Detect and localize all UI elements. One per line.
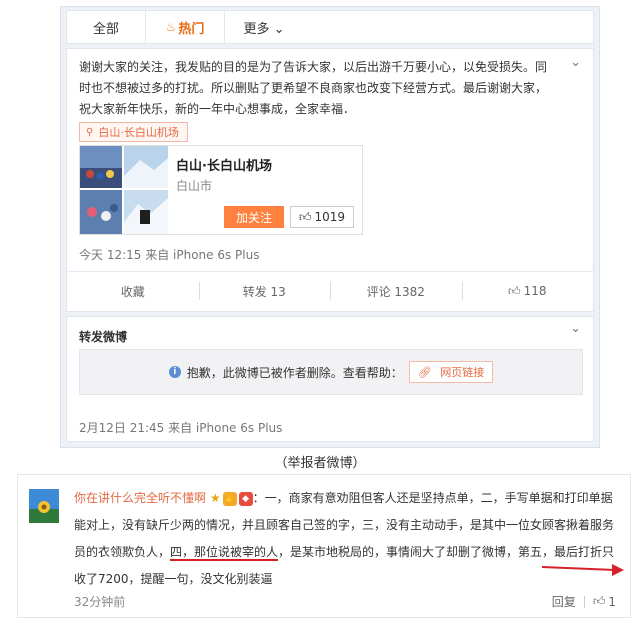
- favorite-button[interactable]: 收藏: [67, 272, 199, 310]
- comment-like-count: 1: [608, 594, 616, 609]
- info-icon: i: [168, 366, 181, 378]
- deleted-notice-text: 抱歉，此微博已被作者删除。查看帮助：: [186, 365, 403, 380]
- red-badge-icon: ◆: [238, 491, 253, 506]
- tab-hot[interactable]: ♨ 热门: [145, 11, 225, 43]
- thumb-up-icon[interactable]: 👍︎: [593, 594, 606, 609]
- comment-username[interactable]: 你在讲什么完全听不懂啊: [74, 491, 206, 505]
- avatar-image: [29, 489, 59, 523]
- location-pin-icon: ⚲: [86, 126, 94, 138]
- place-city: 白山市: [176, 179, 213, 193]
- tab-more[interactable]: 更多 ⌄: [225, 11, 303, 43]
- feed-tabs: 全部 ♨ 热门 更多 ⌄: [66, 10, 594, 44]
- reply-button[interactable]: 回复: [552, 593, 576, 610]
- place-name: 白山·长白山机场: [176, 159, 272, 174]
- place-card[interactable]: 白山·长白山机场 白山市 加关注 👍︎ 1019: [79, 145, 363, 235]
- chevron-down-icon[interactable]: ⌄: [570, 321, 581, 336]
- thumb-up-icon: 👍︎: [508, 283, 521, 298]
- comment-text: 你在讲什么完全听不懂啊 ★ ✋ ◆ ：一，商家有意劝阻但客人还是坚持点单，二，手写单据…: [74, 485, 620, 593]
- tab-all[interactable]: 全部: [67, 11, 145, 43]
- deleted-notice: i 抱歉，此微博已被作者删除。查看帮助： 🔗︎ 网页链接: [79, 349, 583, 395]
- flame-icon: ♨: [165, 20, 177, 34]
- web-link-button[interactable]: 🔗︎ 网页链接: [408, 361, 494, 383]
- place-like-button[interactable]: 👍︎ 1019: [290, 206, 354, 228]
- comment-item: 你在讲什么完全听不懂啊 ★ ✋ ◆ ：一，商家有意劝阻但客人还是坚持点单，二，手写单据…: [17, 474, 631, 618]
- repost-card: 转发微博 ⌄ i 抱歉，此微博已被作者删除。查看帮助： 🔗︎ 网页链接 2月12…: [66, 316, 594, 442]
- repost-meta: 2月12日 21:45 来自 iPhone 6s Plus: [79, 421, 283, 435]
- post-meta: 今天 12:15 来自 iPhone 6s Plus: [79, 248, 260, 262]
- place-photos: [80, 146, 168, 234]
- post-text: 谢谢大家的关注，我发贴的目的是为了告诉大家，以后出游千万要小心，以免受损失。同时…: [79, 60, 548, 116]
- thumb-up-icon: 👍︎: [298, 209, 312, 224]
- chevron-down-icon[interactable]: ⌄: [570, 55, 581, 70]
- place-like-count: 1019: [314, 210, 346, 224]
- post-card: ⌄ 谢谢大家的关注，我发贴的目的是为了告诉大家，以后出游千万要小心，以免受损失。…: [66, 48, 594, 312]
- location-tag[interactable]: ⚲ 白山·长白山机场: [79, 122, 188, 142]
- follow-button[interactable]: 加关注: [224, 206, 284, 228]
- avatar[interactable]: [29, 489, 59, 523]
- comment-actions: 回复 👍︎ 1: [552, 593, 616, 610]
- hand-badge-icon: ✋: [222, 491, 237, 506]
- web-link-label: 网页链接: [440, 366, 485, 379]
- repost-title: 转发微博: [79, 330, 128, 344]
- place-photo-collage: [80, 146, 168, 234]
- tab-hot-label: 热门: [178, 21, 205, 37]
- comment-time: 32分钟前: [74, 595, 126, 609]
- like-count: 118: [523, 284, 547, 298]
- star-icon: ★: [209, 491, 221, 505]
- comment-button[interactable]: 评论 1382: [330, 272, 462, 310]
- post-actions: 收藏 转发 13 评论 1382 👍︎ 118: [67, 271, 593, 310]
- link-icon: 🔗︎: [417, 366, 432, 379]
- figure-caption: （举报者微博）: [274, 456, 366, 471]
- comment-body-highlight: 四，那位说被宰的人: [170, 545, 279, 561]
- location-tag-label: 白山·长白山机场: [98, 126, 179, 139]
- divider: [583, 595, 585, 608]
- repost-button[interactable]: 转发 13: [198, 272, 331, 310]
- like-button[interactable]: 👍︎ 118: [461, 272, 594, 310]
